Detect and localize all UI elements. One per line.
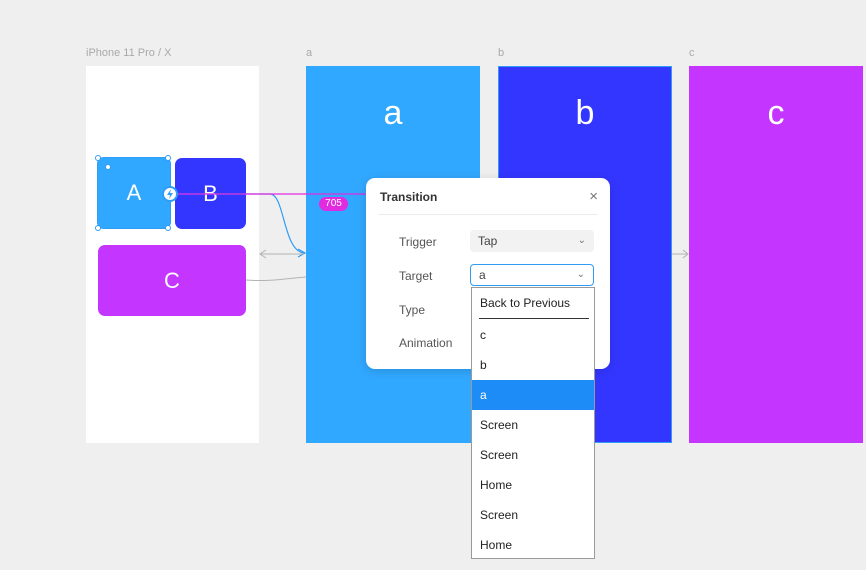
target-label: Target [399,269,433,283]
dropdown-item-c[interactable]: c [472,320,594,350]
frame-c[interactable]: c [689,66,863,443]
chevron-down-icon: ⌄ [577,235,586,246]
type-label: Type [399,303,426,317]
dropdown-item-home[interactable]: Home [472,470,594,500]
layer-b-label: B [203,180,218,206]
resize-handle-bottom-left[interactable] [95,225,101,231]
dropdown-item-back-to-previous[interactable]: Back to Previous [472,288,594,318]
corner-radius-handle[interactable] [105,164,111,170]
target-value: a [479,268,486,282]
resize-handle-bottom-right[interactable] [165,225,171,231]
frame-label-c[interactable]: c [689,47,695,59]
panel-divider [378,214,598,215]
resize-handle-top-right[interactable] [165,155,171,161]
frame-c-title: c [767,94,785,132]
dropdown-separator [479,318,589,319]
trigger-select[interactable]: Tap ⌄ [470,230,594,252]
frame-b-title: b [575,94,595,132]
target-dropdown[interactable]: Back to Previous c b a Screen Screen Hom… [471,287,595,559]
frame-label-a[interactable]: a [306,47,312,59]
interaction-bolt-icon[interactable] [162,186,178,202]
animation-label: Animation [399,336,453,350]
dropdown-item-screen[interactable]: Screen [472,440,594,470]
layer-b-button[interactable]: B [175,158,246,229]
resize-handle-top-left[interactable] [95,155,101,161]
frame-label-device[interactable]: iPhone 11 Pro / X [86,47,171,59]
dropdown-item-home[interactable]: Home [472,530,594,560]
dropdown-item-a[interactable]: a [472,380,594,410]
connection-id-badge: 705 [319,197,348,211]
trigger-label: Trigger [399,235,437,249]
frame-a-title: a [383,94,403,132]
close-icon[interactable]: × [589,188,598,205]
frame-label-b[interactable]: b [498,47,504,59]
layer-c-label: C [164,267,180,293]
dropdown-item-screen[interactable]: Screen [472,500,594,530]
target-select[interactable]: a ⌄ [470,264,594,286]
dropdown-item-b[interactable]: b [472,350,594,380]
layer-a-label: A [126,180,142,205]
dropdown-item-screen[interactable]: Screen [472,410,594,440]
chevron-down-icon: ⌄ [576,269,585,280]
trigger-value: Tap [478,234,498,248]
panel-title: Transition [380,190,438,204]
layer-c-button[interactable]: C [98,245,246,316]
